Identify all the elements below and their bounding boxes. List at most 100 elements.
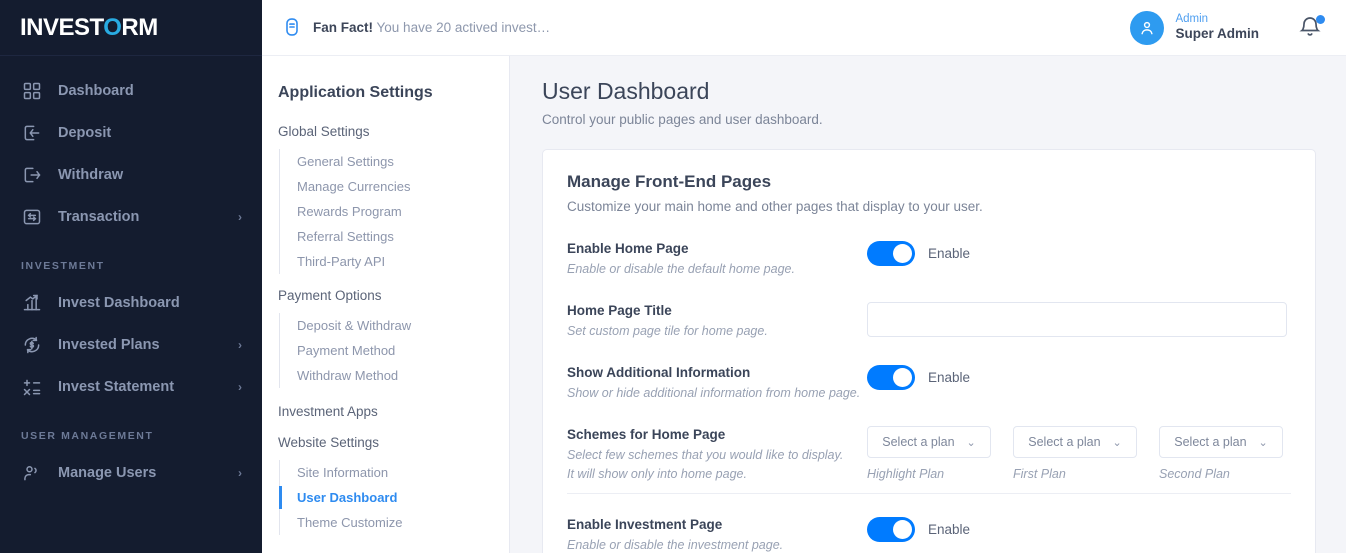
show-additional-information-toggle[interactable] (867, 365, 915, 390)
sidebar-item-invest-dashboard[interactable]: Invest Dashboard (0, 282, 262, 324)
top-bar: Fan Fact! You have 20 actived invest… Ad… (262, 0, 1346, 56)
notification-bell-button[interactable] (1298, 15, 1324, 41)
page-subtitle: Control your public pages and user dashb… (542, 112, 1316, 127)
brand-logo-text: INVESTORM (20, 14, 158, 42)
settings-item-general-settings[interactable]: General Settings (280, 149, 509, 174)
toggle-knob (893, 368, 912, 387)
sidebar-section-user-management: USER MANAGEMENT (0, 408, 262, 452)
manage-frontend-pages-card: Manage Front-End Pages Customize your ma… (542, 149, 1316, 553)
settings-group-payment: Payment Options Deposit & Withdraw Payme… (262, 288, 509, 388)
settings-panel-title: Application Settings (262, 84, 509, 102)
main-content: User Dashboard Control your public pages… (510, 56, 1346, 553)
sidebar-section-investment: INVESTMENT (0, 238, 262, 282)
sidebar-item-invest-statement[interactable]: Invest Statement › (0, 366, 262, 408)
select-value: Select a plan (882, 435, 954, 449)
sidebar-item-label: Invested Plans (58, 337, 238, 353)
brand-part-1: INVEST (20, 14, 103, 41)
settings-group-title[interactable]: Website Settings (262, 435, 509, 450)
row-schemes-for-home-page: Schemes for Home Page Select few schemes… (567, 426, 1291, 482)
profile-menu[interactable]: Admin Super Admin ⱟ (1130, 11, 1264, 45)
home-page-title-input[interactable] (867, 302, 1287, 337)
settings-item-referral-settings[interactable]: Referral Settings (280, 224, 509, 249)
brand-accent-letter: O (103, 14, 121, 41)
body-region: Application Settings Global Settings Gen… (262, 56, 1346, 553)
settings-item-deposit-withdraw[interactable]: Deposit & Withdraw (280, 313, 509, 338)
fan-fact-message: You have 20 actived invest… (373, 20, 550, 35)
enable-home-page-toggle[interactable] (867, 241, 915, 266)
sidebar-nav: Dashboard Deposit Withdraw Transaction ›… (0, 56, 262, 494)
row-show-additional-information: Show Additional Information Show or hide… (567, 364, 1291, 402)
sidebar-item-label: Invest Dashboard (58, 295, 242, 311)
row-control: Select a plan ⌄ Highlight Plan Select a … (867, 426, 1291, 481)
fan-fact-text: Fan Fact! You have 20 actived invest… (313, 20, 550, 35)
row-control: Enable (867, 516, 1291, 542)
refresh-dollar-icon (21, 334, 43, 356)
settings-item-withdraw-method[interactable]: Withdraw Method (280, 363, 509, 388)
sidebar-item-manage-users[interactable]: Manage Users › (0, 452, 262, 494)
settings-item-user-dashboard[interactable]: User Dashboard (280, 485, 509, 510)
toggle-group: Enable (867, 516, 970, 542)
sidebar-item-label: Withdraw (58, 167, 242, 183)
settings-sublist: Deposit & Withdraw Payment Method Withdr… (279, 313, 509, 388)
settings-group-global: Global Settings General Settings Manage … (262, 124, 509, 274)
card-subtitle: Customize your main home and other pages… (567, 199, 1291, 214)
enable-investment-page-toggle[interactable] (867, 517, 915, 542)
row-label-block: Show Additional Information Show or hide… (567, 364, 867, 402)
brand-logo[interactable]: INVESTORM (0, 0, 262, 56)
chevron-down-icon: ⌄ (1259, 436, 1268, 449)
chevron-right-icon: › (238, 381, 242, 393)
sidebar-item-dashboard[interactable]: Dashboard (0, 70, 262, 112)
users-icon (21, 462, 43, 484)
settings-item-payment-method[interactable]: Payment Method (280, 338, 509, 363)
fan-fact-label: Fan Fact! (313, 20, 373, 35)
select-value: Select a plan (1174, 435, 1246, 449)
row-home-page-title: Home Page Title Set custom page tile for… (567, 302, 1291, 340)
row-label: Home Page Title (567, 303, 867, 318)
settings-item-site-information[interactable]: Site Information (280, 460, 509, 485)
first-plan-select[interactable]: Select a plan ⌄ (1013, 426, 1137, 458)
withdraw-icon (21, 164, 43, 186)
profile-name: Super Admin (1175, 26, 1259, 43)
deposit-icon (21, 122, 43, 144)
toggle-label: Enable (928, 370, 970, 385)
card-title: Manage Front-End Pages (567, 172, 1291, 192)
row-label-block: Enable Investment Page Enable or disable… (567, 516, 867, 553)
settings-group-title[interactable]: Payment Options (262, 288, 509, 303)
row-description: Enable or disable the default home page. (567, 260, 867, 278)
highlight-plan-select[interactable]: Select a plan ⌄ (867, 426, 991, 458)
settings-nav-panel: Application Settings Global Settings Gen… (262, 56, 510, 553)
sidebar-item-withdraw[interactable]: Withdraw (0, 154, 262, 196)
settings-group-investment-apps: Investment Apps (262, 404, 509, 419)
sidebar-item-transaction[interactable]: Transaction › (0, 196, 262, 238)
toggle-knob (893, 244, 912, 263)
sidebar-item-deposit[interactable]: Deposit (0, 112, 262, 154)
second-plan-select[interactable]: Select a plan ⌄ (1159, 426, 1283, 458)
row-label: Show Additional Information (567, 365, 867, 380)
settings-item-third-party-api[interactable]: Third-Party API (280, 249, 509, 274)
settings-item-theme-customize[interactable]: Theme Customize (280, 510, 509, 535)
select-caption: First Plan (1013, 467, 1137, 481)
app-root: INVESTORM Dashboard Deposit Withdraw Tra… (0, 0, 1346, 553)
avatar (1130, 11, 1164, 45)
settings-item-rewards-program[interactable]: Rewards Program (280, 199, 509, 224)
settings-group-title[interactable]: Investment Apps (262, 404, 509, 419)
chevron-down-icon: ⌄ (967, 436, 976, 449)
row-label-block: Enable Home Page Enable or disable the d… (567, 240, 867, 278)
scheme-select-col-first: Select a plan ⌄ First Plan (1013, 426, 1137, 481)
profile-name-wrap: Super Admin ⱟ (1175, 26, 1264, 43)
settings-group-title[interactable]: Global Settings (262, 124, 509, 139)
scheme-select-col-highlight: Select a plan ⌄ Highlight Plan (867, 426, 991, 481)
sidebar-item-label: Manage Users (58, 465, 238, 481)
note-icon (282, 17, 302, 39)
row-description: Show or hide additional information from… (567, 384, 867, 402)
select-caption: Highlight Plan (867, 467, 991, 481)
grid-icon (21, 80, 43, 102)
settings-item-manage-currencies[interactable]: Manage Currencies (280, 174, 509, 199)
profile-role: Admin (1175, 12, 1264, 26)
chevron-right-icon: › (238, 339, 242, 351)
main-sidebar: INVESTORM Dashboard Deposit Withdraw Tra… (0, 0, 262, 553)
toggle-group: Enable (867, 240, 970, 266)
sidebar-item-invested-plans[interactable]: Invested Plans › (0, 324, 262, 366)
row-label: Enable Investment Page (567, 517, 867, 532)
toggle-group: Enable (867, 364, 970, 390)
